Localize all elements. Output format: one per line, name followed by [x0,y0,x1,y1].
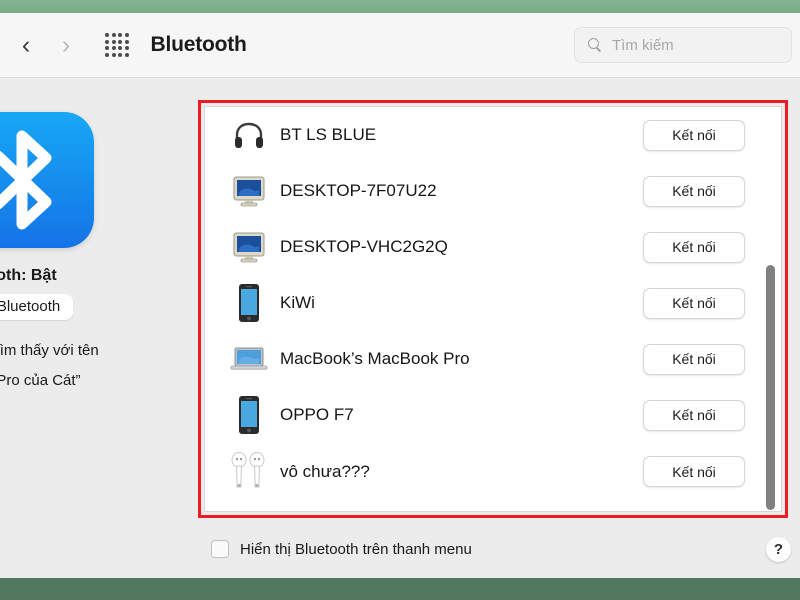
footer-bar: Hiển thị Bluetooth trên thanh menu [0,528,800,578]
table-row[interactable]: OPPO F7 Kết nối [205,387,765,443]
connect-button[interactable]: Kết nối [643,399,745,431]
search-icon [588,37,603,53]
desktop-monitor-icon [227,231,271,263]
connect-button[interactable]: Kết nối [643,343,745,375]
search-input[interactable]: Tìm kiếm [574,27,792,63]
discoverable-description-line1: ó thể tìm thấy với tên [0,342,99,359]
chevron-left-icon[interactable]: ‹ [9,32,43,58]
show-bluetooth-checkbox[interactable] [211,540,229,558]
toggle-bluetooth-button[interactable]: Tắt Bluetooth [0,294,74,320]
settings-window: ‹ › Bluetooth Tìm kiếm luetooth: Bật Tắt… [0,0,800,600]
smartphone-icon [227,395,271,435]
laptop-icon [227,345,271,373]
device-name: KiWi [280,293,315,312]
bottom-green-band [0,578,800,600]
connect-button[interactable]: Kết nối [643,456,745,487]
top-green-band [0,0,800,13]
smartphone-icon [227,283,271,323]
table-row[interactable]: MacBook’s MacBook Pro Kết nối [205,331,765,387]
show-bluetooth-label: Hiển thị Bluetooth trên thanh menu [240,540,472,558]
table-row[interactable]: BT LS BLUE Kết nối [205,107,765,163]
discoverable-description-line2: Book Pro của Cát” [0,372,81,389]
desktop-monitor-icon [227,175,271,207]
toolbar: ‹ › Bluetooth Tìm kiếm [0,13,800,78]
device-name: vô chưa??? [280,461,370,481]
vertical-scrollbar[interactable] [765,108,779,511]
page-title: Bluetooth [150,33,247,56]
device-name: DESKTOP-VHC2G2Q [280,237,448,256]
help-button[interactable]: ? [766,537,791,562]
show-bluetooth-in-menubar-row[interactable]: Hiển thị Bluetooth trên thanh menu [211,540,472,558]
table-row[interactable]: KiWi Kết nối [205,275,765,331]
scrollbar-thumb[interactable] [766,265,775,510]
table-row[interactable]: vô chưa??? Kết nối [205,443,765,500]
device-name: BT LS BLUE [280,125,377,144]
connect-button[interactable]: Kết nối [643,119,745,151]
table-row[interactable]: DESKTOP-7F07U22 Kết nối [205,163,765,219]
airpods-icon [227,451,271,493]
device-name: DESKTOP-7F07U22 [280,181,437,200]
sidebar: luetooth: Bật Tắt Bluetooth ó thể tìm th… [0,112,188,396]
chevron-right-icon[interactable]: › [49,32,83,58]
device-list-panel: BT LS BLUE Kết nối DESKTOP-7F07U22 Kết n… [204,106,782,512]
connect-button[interactable]: Kết nối [643,287,745,319]
bluetooth-logo-icon [0,112,94,248]
bluetooth-status-title: luetooth: Bật [0,267,57,284]
search-placeholder: Tìm kiếm [612,36,674,54]
connect-button[interactable]: Kết nối [643,175,745,207]
connect-button[interactable]: Kết nối [643,231,745,263]
device-name: OPPO F7 [280,405,354,424]
apps-grid-icon[interactable] [105,33,129,57]
device-list: BT LS BLUE Kết nối DESKTOP-7F07U22 Kết n… [205,107,765,500]
headphones-icon [227,121,271,149]
device-name: MacBook’s MacBook Pro [280,349,470,368]
table-row[interactable]: DESKTOP-VHC2G2Q Kết nối [205,219,765,275]
